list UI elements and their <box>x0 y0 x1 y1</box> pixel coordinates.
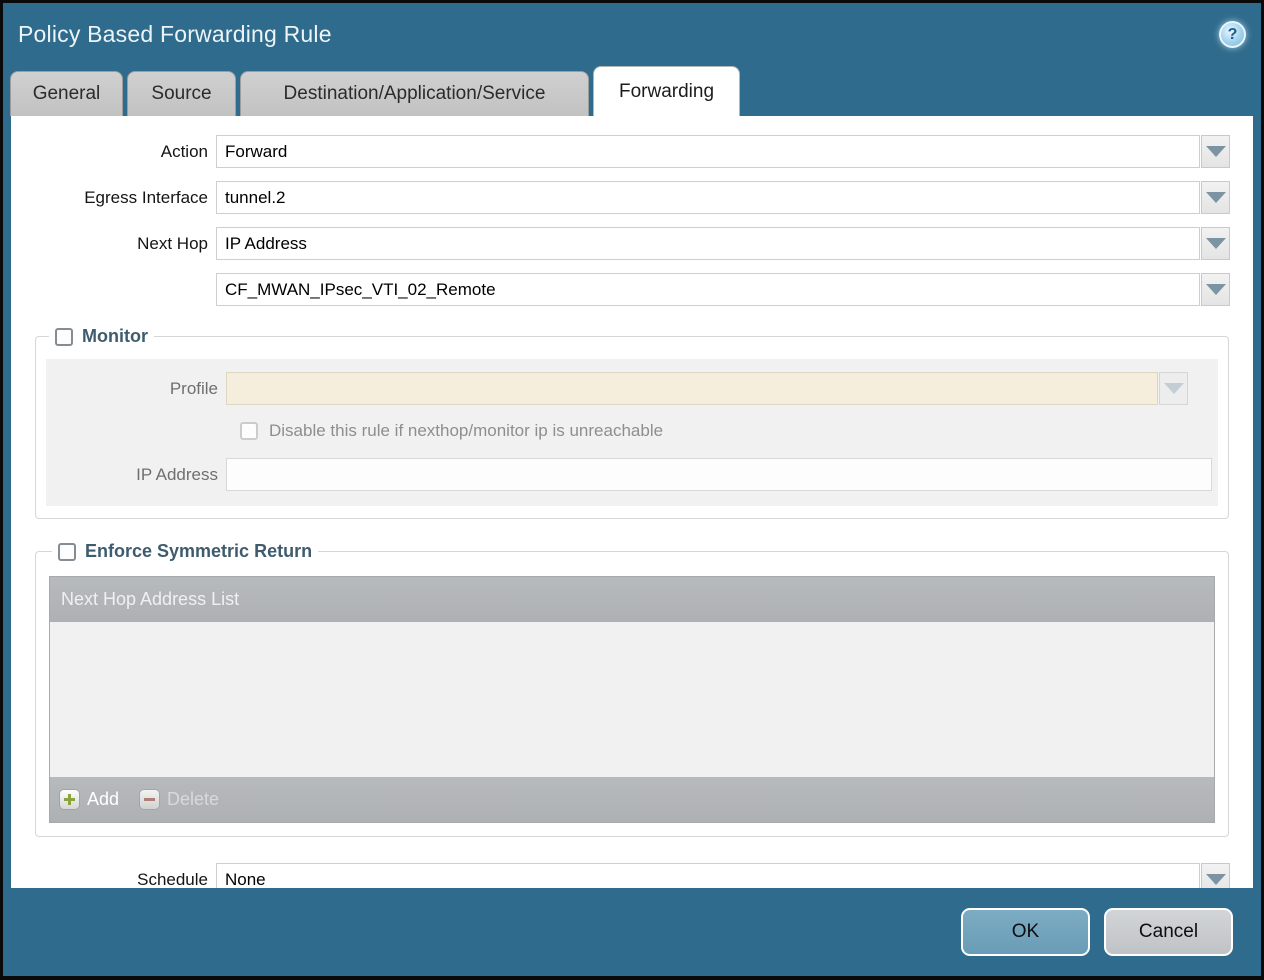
next-hop-type-dropdown-button[interactable] <box>1201 227 1230 260</box>
policy-based-forwarding-dialog: Policy Based Forwarding Rule ? General S… <box>3 3 1261 976</box>
next-hop-type-input[interactable] <box>216 227 1200 260</box>
egress-interface-dropdown-button[interactable] <box>1201 181 1230 214</box>
help-icon[interactable]: ? <box>1219 21 1246 48</box>
chevron-down-icon <box>1206 874 1226 885</box>
profile-dropdown-button <box>1159 372 1188 405</box>
action-row: Action <box>11 135 1253 168</box>
schedule-row: Schedule <box>11 863 1253 888</box>
action-input[interactable] <box>216 135 1200 168</box>
plus-icon <box>59 789 80 810</box>
next-hop-address-list-table: Next Hop Address List Add Delete <box>49 576 1215 823</box>
profile-input <box>226 372 1158 405</box>
tab-bar: General Source Destination/Application/S… <box>3 66 1261 116</box>
schedule-dropdown-button[interactable] <box>1201 863 1230 888</box>
disable-rule-row: Disable this rule if nexthop/monitor ip … <box>240 421 1218 441</box>
profile-label: Profile <box>46 379 226 399</box>
dialog-footer: OK Cancel <box>3 888 1261 976</box>
chevron-down-icon <box>1206 192 1226 203</box>
egress-interface-input[interactable] <box>216 181 1200 214</box>
schedule-input[interactable] <box>216 863 1200 888</box>
next-hop-row: Next Hop <box>11 227 1253 260</box>
tab-general[interactable]: General <box>10 71 123 116</box>
add-button[interactable]: Add <box>59 789 119 810</box>
monitor-ip-address-row: IP Address <box>46 458 1218 491</box>
symmetric-return-legend: Enforce Symmetric Return <box>52 541 318 562</box>
minus-icon <box>139 789 160 810</box>
next-hop-address-row <box>11 273 1253 306</box>
forwarding-tab-panel: Action Egress Interface Next Hop <box>11 116 1253 888</box>
monitor-checkbox[interactable] <box>55 328 73 346</box>
monitor-ip-address-label: IP Address <box>46 465 226 485</box>
next-hop-address-list-body[interactable] <box>50 622 1214 777</box>
delete-button: Delete <box>139 789 219 810</box>
monitor-title: Monitor <box>82 326 148 347</box>
action-label: Action <box>11 142 216 162</box>
cancel-button[interactable]: Cancel <box>1104 908 1233 956</box>
schedule-label: Schedule <box>11 870 216 889</box>
tab-destination-application-service[interactable]: Destination/Application/Service <box>240 71 589 116</box>
action-dropdown-button[interactable] <box>1201 135 1230 168</box>
symmetric-return-checkbox[interactable] <box>58 543 76 561</box>
symmetric-return-section: Enforce Symmetric Return Next Hop Addres… <box>35 541 1229 837</box>
next-hop-address-dropdown-button[interactable] <box>1201 273 1230 306</box>
egress-interface-label: Egress Interface <box>11 188 216 208</box>
tab-forwarding[interactable]: Forwarding <box>593 66 740 116</box>
next-hop-address-list-column-header[interactable]: Next Hop Address List <box>50 577 1214 622</box>
monitor-section: Monitor Profile Disable this rule if nex… <box>35 326 1229 519</box>
next-hop-address-input[interactable] <box>216 273 1200 306</box>
dialog-titlebar: Policy Based Forwarding Rule ? <box>3 3 1261 66</box>
chevron-down-icon <box>1164 383 1184 394</box>
ok-button[interactable]: OK <box>961 908 1090 956</box>
next-hop-address-list-toolbar: Add Delete <box>50 777 1214 822</box>
monitor-panel: Profile Disable this rule if nexthop/mon… <box>46 359 1218 506</box>
next-hop-label: Next Hop <box>11 234 216 254</box>
monitor-ip-address-input <box>226 458 1212 491</box>
symmetric-return-title: Enforce Symmetric Return <box>85 541 312 562</box>
dialog-title: Policy Based Forwarding Rule <box>18 21 332 48</box>
disable-rule-label: Disable this rule if nexthop/monitor ip … <box>269 421 663 441</box>
tab-source[interactable]: Source <box>127 71 236 116</box>
chevron-down-icon <box>1206 146 1226 157</box>
chevron-down-icon <box>1206 238 1226 249</box>
profile-row: Profile <box>46 372 1218 405</box>
monitor-legend: Monitor <box>49 326 154 347</box>
chevron-down-icon <box>1206 284 1226 295</box>
egress-interface-row: Egress Interface <box>11 181 1253 214</box>
disable-rule-checkbox <box>240 422 258 440</box>
